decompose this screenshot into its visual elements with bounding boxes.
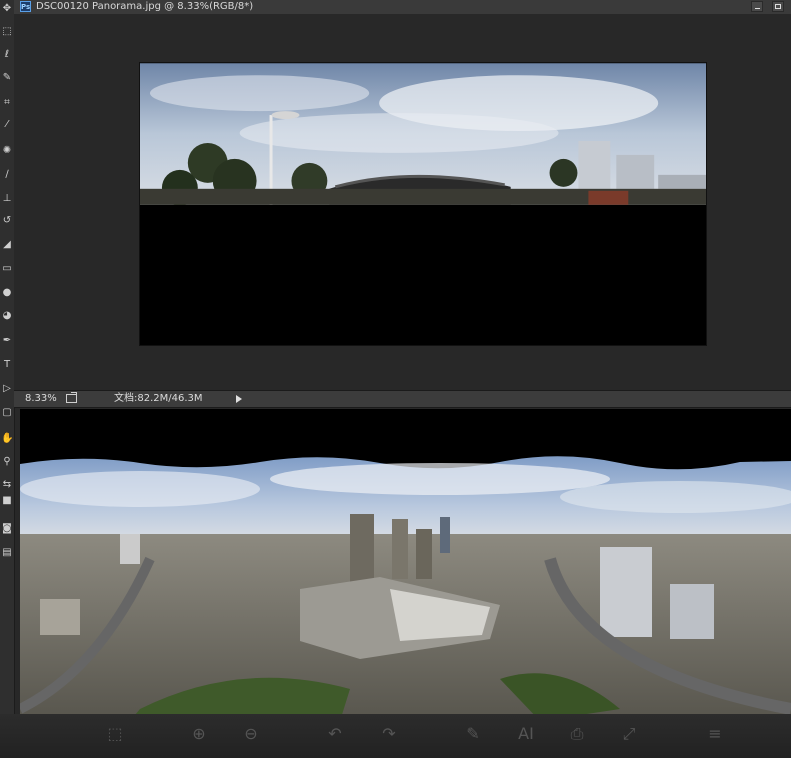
gradient-tool-icon[interactable]: ▭ — [1, 262, 13, 276]
pen-tool-icon[interactable]: ✒ — [1, 334, 13, 348]
document-size-info: 文档:82.2M/46.3M — [114, 393, 203, 404]
marquee-tool-icon[interactable]: ⬚ — [1, 25, 13, 39]
quick-select-tool-icon[interactable]: ✎ — [1, 71, 13, 85]
clone-stamp-tool-icon[interactable]: ⊥ — [1, 192, 13, 206]
healing-brush-tool-icon[interactable]: ✺ — [1, 144, 13, 158]
lasso-tool-icon[interactable]: ℓ — [1, 48, 13, 62]
status-menu-arrow-icon[interactable] — [236, 395, 242, 403]
viewer-toolbar: ⬚ ⊕ ⊖ ↶ ↷ ✎ AI ⎙ ⤢ ≡ — [0, 714, 791, 758]
fullscreen-icon[interactable]: ⤢ — [618, 723, 640, 745]
share-icon[interactable] — [66, 392, 77, 403]
panorama-strip-image — [140, 63, 706, 205]
dodge-tool-icon[interactable]: ◕ — [1, 309, 13, 323]
rotate-left-icon[interactable]: ↶ — [324, 723, 346, 745]
screen-mode-icon[interactable]: ▤ — [1, 546, 13, 560]
path-select-tool-icon[interactable]: ▷ — [1, 382, 13, 396]
fit-icon[interactable]: ⬚ — [104, 723, 126, 745]
panorama-preview-image — [20, 409, 791, 758]
tools-panel: ✥ ⬚ ℓ ✎ ⌗ ⁄ ✺ ∕ ⊥ ↺ ◢ ▭ ● ◕ ✒ T ▷ ▢ ✋ ⚲ ⇆ ■ ◙ ▤ — [0, 0, 15, 758]
eraser-tool-icon[interactable]: ◢ — [1, 238, 13, 252]
zoom-in-icon[interactable]: ⊕ — [188, 723, 210, 745]
maximize-window-button[interactable] — [772, 1, 784, 12]
menu-icon[interactable]: ≡ — [704, 723, 726, 745]
photoshop-logo-icon: Ps — [20, 1, 31, 12]
shape-tool-icon[interactable]: ▢ — [1, 406, 13, 420]
rotate-right-icon[interactable]: ↷ — [378, 723, 400, 745]
hand-tool-icon[interactable]: ✋ — [1, 432, 13, 446]
zoom-tool-icon[interactable]: ⚲ — [1, 455, 13, 469]
swap-colors-icon[interactable]: ⇆ — [1, 478, 13, 492]
zoom-level[interactable]: 8.33% — [25, 391, 57, 407]
minimize-window-button[interactable] — [751, 1, 763, 12]
color-swatch-icon[interactable]: ■ — [1, 494, 13, 508]
eyedropper-tool-icon[interactable]: ⁄ — [1, 118, 13, 132]
document-canvas[interactable] — [139, 62, 707, 346]
crop-tool-icon[interactable]: ⌗ — [1, 96, 13, 110]
ai-icon[interactable]: AI — [515, 723, 537, 745]
zoom-out-icon[interactable]: ⊖ — [240, 723, 262, 745]
move-tool-icon[interactable]: ✥ — [1, 2, 13, 16]
type-tool-icon[interactable]: T — [1, 358, 13, 372]
blur-tool-icon[interactable]: ● — [1, 286, 13, 300]
edit-icon[interactable]: ✎ — [462, 723, 484, 745]
quick-mask-icon[interactable]: ◙ — [1, 522, 13, 536]
document-tab-title[interactable]: DSC00120 Panorama.jpg @ 8.33%(RGB/8*) — [36, 0, 253, 14]
brush-tool-icon[interactable]: ∕ — [1, 168, 13, 182]
status-bar: 8.33% 文档:82.2M/46.3M — [14, 390, 791, 408]
print-icon[interactable]: ⎙ — [566, 723, 588, 745]
document-tab-bar: Ps DSC00120 Panorama.jpg @ 8.33%(RGB/8*) — [14, 0, 791, 15]
panorama-preview — [20, 409, 791, 758]
history-brush-tool-icon[interactable]: ↺ — [1, 214, 13, 228]
